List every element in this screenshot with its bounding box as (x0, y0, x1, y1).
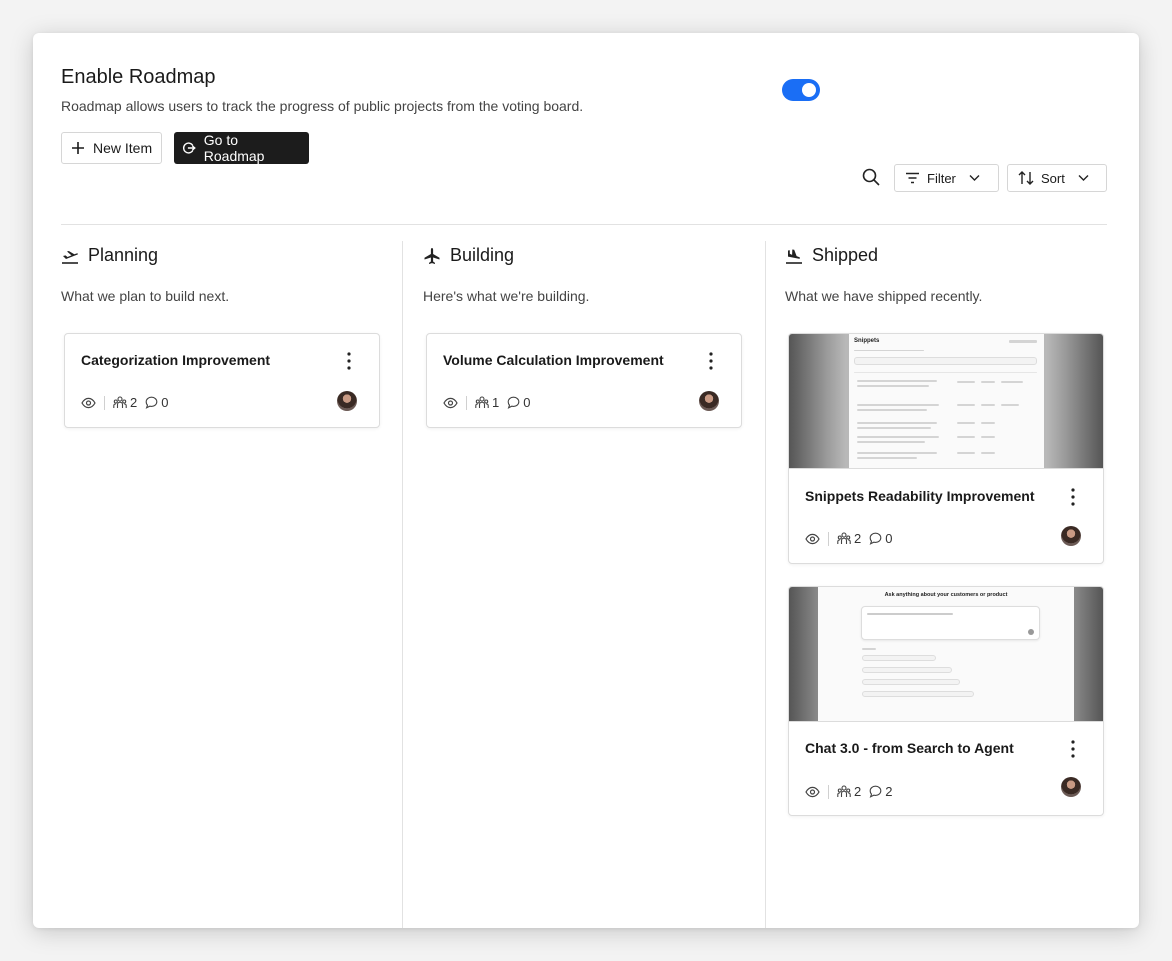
stats-divider (466, 395, 467, 410)
column-subtitle: Here's what we're building. (423, 288, 590, 304)
voters-stat: 2 (837, 531, 861, 546)
new-item-button[interactable]: New Item (61, 132, 162, 164)
card-stats: 1 0 (443, 395, 538, 410)
roadmap-card[interactable]: Snippets Snippets Readability Improvemen… (788, 333, 1104, 564)
search-button[interactable] (861, 167, 883, 189)
stats-divider (828, 784, 829, 799)
comments-stat: 0 (507, 395, 530, 410)
page-description: Roadmap allows users to track the progre… (61, 98, 584, 114)
column-shipped: Shipped What we have shipped recently. S… (785, 241, 1147, 928)
column-header: Building (423, 245, 514, 266)
voters-stat: 2 (113, 395, 137, 410)
roadmap-card[interactable]: Ask anything about your customers or pro… (788, 586, 1104, 816)
avatar (337, 391, 357, 411)
new-item-label: New Item (93, 140, 153, 156)
voters-count: 1 (492, 395, 500, 410)
comment-icon (507, 396, 520, 409)
go-to-roadmap-button[interactable]: Go to Roadmap (174, 132, 309, 164)
card-title: Snippets Readability Improvement (805, 488, 1035, 504)
comments-stat: 2 (869, 784, 892, 799)
users-icon (475, 396, 489, 408)
card-title: Volume Calculation Improvement (443, 352, 664, 368)
plane-departure-icon (62, 250, 78, 264)
column-subtitle: What we have shipped recently. (785, 288, 983, 304)
header-divider (61, 224, 1107, 225)
sort-dropdown[interactable]: Sort (1007, 164, 1107, 192)
comment-icon (145, 396, 158, 409)
users-icon (113, 396, 127, 408)
card-title: Chat 3.0 - from Search to Agent (805, 740, 1014, 756)
comments-stat: 0 (145, 395, 168, 410)
card-thumbnail: Snippets (789, 334, 1103, 469)
column-header: Shipped (785, 245, 878, 266)
chevron-down-icon (969, 175, 980, 181)
card-stats: 2 0 (81, 395, 176, 410)
avatar (1061, 777, 1081, 797)
comments-count: 0 (885, 531, 893, 546)
filter-icon (906, 172, 919, 184)
comments-count: 0 (161, 395, 169, 410)
voters-count: 2 (130, 395, 138, 410)
eye-icon (805, 533, 820, 544)
comments-count: 2 (885, 784, 893, 799)
more-options-icon[interactable] (1065, 487, 1081, 507)
comment-icon (869, 532, 882, 545)
column-planning: Planning What we plan to build next. Cat… (61, 241, 423, 928)
column-title: Building (450, 245, 515, 265)
card-stats: 2 0 (805, 531, 900, 546)
avatar (1061, 526, 1081, 546)
card-thumbnail: Ask anything about your customers or pro… (789, 587, 1103, 722)
column-building: Building Here's what we're building. Vol… (423, 241, 785, 928)
sort-arrows-icon (1018, 171, 1034, 185)
column-header: Planning (61, 245, 158, 266)
stats-divider (828, 531, 829, 546)
comment-icon (869, 785, 882, 798)
filter-label: Filter (927, 170, 956, 186)
filter-dropdown[interactable]: Filter (894, 164, 999, 192)
eye-icon (81, 397, 96, 408)
eye-icon (805, 786, 820, 797)
external-arrow-icon (182, 142, 196, 154)
voters-stat: 1 (475, 395, 499, 410)
page-title: Enable Roadmap (61, 66, 216, 88)
comments-count: 0 (523, 395, 531, 410)
column-title: Planning (88, 245, 159, 265)
roadmap-settings-panel: Enable Roadmap Roadmap allows users to t… (33, 33, 1139, 928)
more-options-icon[interactable] (703, 351, 719, 371)
users-icon (837, 785, 851, 797)
plane-arrival-icon (786, 249, 802, 264)
voters-stat: 2 (837, 784, 861, 799)
screenshot-heading: Snippets (854, 338, 880, 344)
stats-divider (104, 395, 105, 410)
users-icon (837, 532, 851, 544)
toggle-knob (802, 83, 816, 97)
more-options-icon[interactable] (1065, 739, 1081, 759)
card-stats: 2 2 (805, 784, 900, 799)
voters-count: 2 (854, 784, 862, 799)
comments-stat: 0 (869, 531, 892, 546)
column-title: Shipped (812, 245, 879, 265)
avatar (699, 391, 719, 411)
enable-roadmap-toggle[interactable] (782, 79, 820, 101)
column-subtitle: What we plan to build next. (61, 288, 230, 304)
chevron-down-icon (1078, 175, 1089, 181)
chat-screenshot: Ask anything about your customers or pro… (818, 587, 1074, 721)
eye-icon (443, 397, 458, 408)
snippets-screenshot: Snippets (849, 334, 1044, 468)
sort-label: Sort (1041, 170, 1065, 186)
voters-count: 2 (854, 531, 862, 546)
more-options-icon[interactable] (341, 351, 357, 371)
card-title: Categorization Improvement (81, 352, 271, 368)
roadmap-card[interactable]: Volume Calculation Improvement 1 0 (426, 333, 742, 428)
plane-icon (424, 247, 440, 264)
go-to-roadmap-label: Go to Roadmap (203, 132, 265, 164)
screenshot-heading: Ask anything about your customers or pro… (884, 592, 1008, 598)
plus-icon (72, 142, 84, 154)
roadmap-card[interactable]: Categorization Improvement 2 0 (64, 333, 380, 428)
search-icon (862, 168, 880, 186)
